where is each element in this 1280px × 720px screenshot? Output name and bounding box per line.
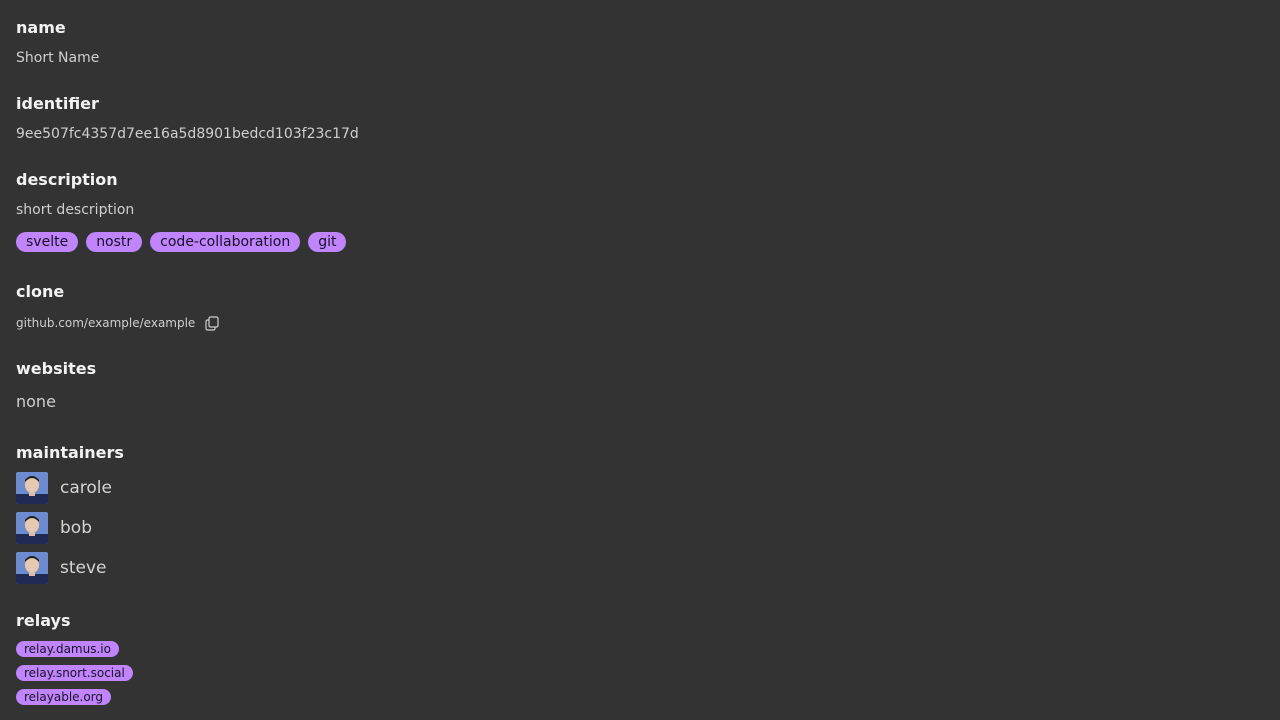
- maintainer-name: steve: [60, 558, 107, 578]
- relay-list: relay.damus.io relay.snort.social relaya…: [16, 641, 133, 705]
- copy-icon[interactable]: [203, 314, 221, 332]
- avatar: [16, 512, 48, 544]
- websites-heading: websites: [16, 359, 97, 378]
- relay-badge[interactable]: relay.snort.social: [16, 665, 133, 681]
- avatar: [16, 552, 48, 584]
- tag-badge[interactable]: nostr: [86, 232, 143, 252]
- clone-heading: clone: [16, 282, 65, 301]
- clone-url: github.com/example/example: [16, 316, 196, 330]
- tag-badge[interactable]: svelte: [16, 232, 79, 252]
- maintainer-item[interactable]: bob: [16, 512, 92, 544]
- relay-badge[interactable]: relayable.org: [16, 689, 112, 705]
- maintainer-item[interactable]: steve: [16, 552, 107, 584]
- identifier-heading: identifier: [16, 94, 99, 113]
- relay-badge[interactable]: relay.damus.io: [16, 641, 119, 657]
- tag-list: svelte nostr code-collaboration git: [16, 232, 347, 252]
- tag-badge[interactable]: git: [308, 232, 347, 252]
- maintainer-name: bob: [60, 518, 92, 538]
- websites-value: none: [16, 392, 56, 411]
- maintainer-item[interactable]: carole: [16, 472, 112, 504]
- description-value: short description: [16, 202, 135, 218]
- description-heading: description: [16, 170, 118, 189]
- identifier-value: 9ee507fc4357d7ee16a5d8901bedcd103f23c17d: [16, 126, 359, 142]
- name-value: Short Name: [16, 50, 100, 66]
- maintainer-name: carole: [60, 478, 112, 498]
- maintainers-heading: maintainers: [16, 443, 124, 462]
- relays-heading: relays: [16, 611, 71, 630]
- avatar: [16, 472, 48, 504]
- clone-row: github.com/example/example: [16, 314, 221, 332]
- tag-badge[interactable]: code-collaboration: [150, 232, 301, 252]
- name-heading: name: [16, 18, 66, 37]
- repo-details-panel: name Short Name identifier 9ee507fc4357d…: [0, 0, 1280, 720]
